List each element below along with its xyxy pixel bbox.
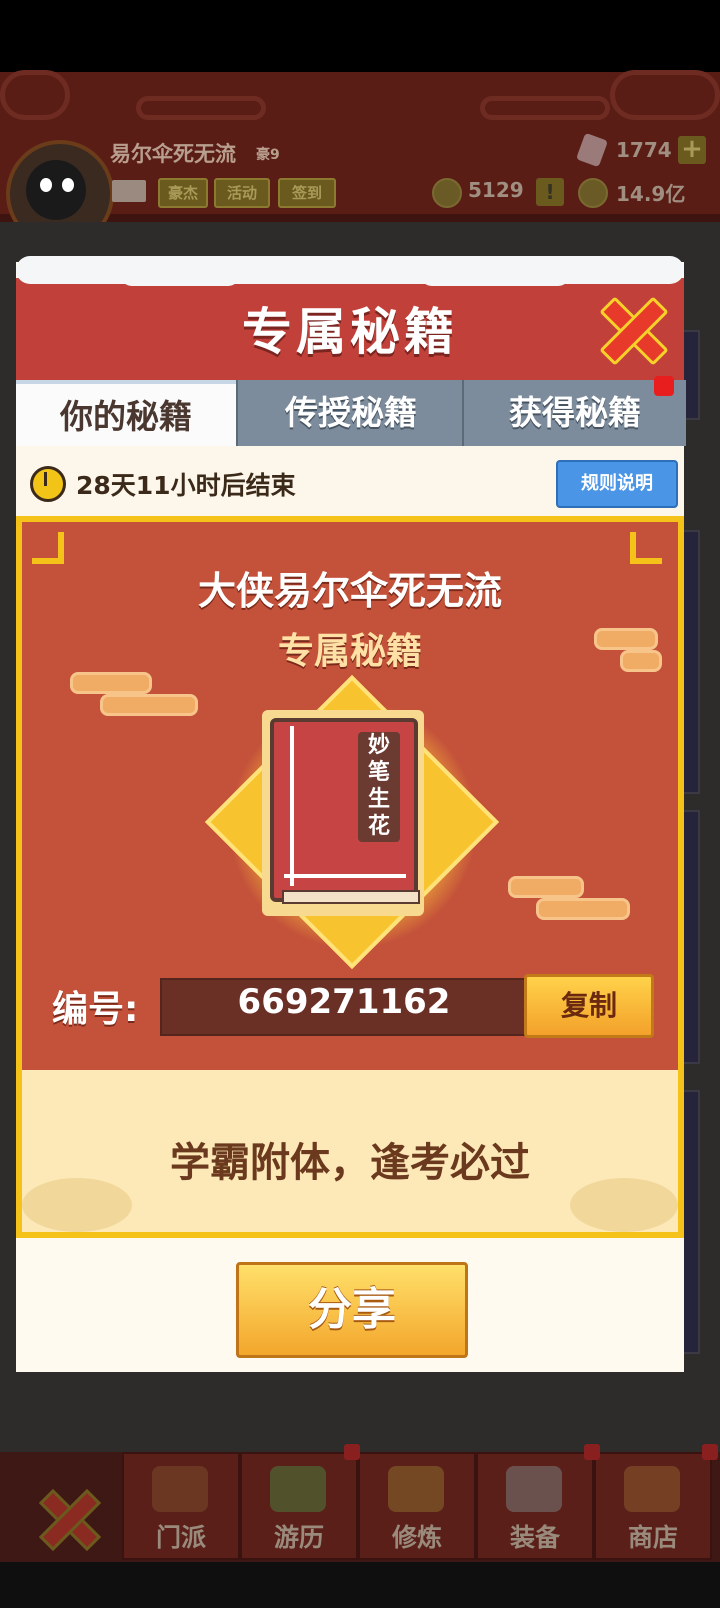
tab-teach-books[interactable]: 传授秘籍 <box>236 380 464 446</box>
nav-label: 修炼 <box>391 1523 442 1552</box>
silver-count: 5129 <box>468 178 524 202</box>
clock-hand <box>44 472 47 486</box>
events-button[interactable]: 活动 <box>214 178 270 208</box>
snow-decoration <box>420 262 570 286</box>
shop-icon <box>624 1466 680 1512</box>
cloud-decoration <box>0 70 70 120</box>
notification-dot <box>702 1444 718 1460</box>
avatar-eye <box>62 178 74 192</box>
close-menu-button[interactable] <box>38 1488 102 1552</box>
copy-button[interactable]: 复制 <box>524 974 654 1038</box>
cloud-decoration <box>594 628 658 650</box>
notification-dot <box>584 1444 600 1460</box>
alert-button[interactable]: ! <box>536 178 564 206</box>
gem-count: 1774 <box>616 138 672 162</box>
book-spine-line <box>290 726 294 886</box>
share-button[interactable]: 分享 <box>236 1262 468 1358</box>
signin-button[interactable]: 签到 <box>278 178 336 208</box>
snow-decoration <box>16 256 684 284</box>
silver-icon <box>432 178 462 208</box>
travel-icon <box>270 1466 326 1512</box>
close-button[interactable] <box>599 296 669 366</box>
cloud-decoration <box>136 96 266 120</box>
timer-text: 28天11小时后结束 <box>76 471 296 500</box>
gold-icon <box>578 178 608 208</box>
cloud-decoration <box>480 96 610 120</box>
sect-icon <box>152 1466 208 1512</box>
cloud-decoration <box>610 70 720 120</box>
notification-dot <box>654 376 674 396</box>
tab-your-books[interactable]: 你的秘籍 <box>16 380 236 450</box>
cloud-decoration <box>620 650 662 672</box>
card-subtitle: 专属秘籍 <box>277 631 422 672</box>
bottom-strip <box>0 1562 720 1608</box>
status-bar <box>0 0 720 72</box>
book-edge-line <box>284 874 406 878</box>
equipment-icon <box>506 1466 562 1512</box>
nav-label: 装备 <box>509 1523 560 1552</box>
player-name: 易尔伞死无流 <box>110 142 236 166</box>
nav-label: 游历 <box>273 1523 324 1552</box>
cloud-decoration <box>536 898 630 920</box>
cultivate-icon <box>388 1466 444 1512</box>
gold-count: 14.9亿 <box>616 182 686 206</box>
mail-icon[interactable] <box>112 180 146 202</box>
cloud-decoration <box>70 672 152 694</box>
card-title: 大侠易尔伞死无流 <box>197 569 502 613</box>
add-gems-button[interactable]: + <box>678 136 706 164</box>
slogan-text: 学霸附体，逢考必过 <box>170 1140 530 1186</box>
rules-button[interactable]: 规则说明 <box>556 460 678 508</box>
heroes-button[interactable]: 豪杰 <box>158 178 208 208</box>
cloud-decoration <box>100 694 198 716</box>
avatar-eye <box>40 178 52 192</box>
id-label: 编号: <box>52 989 139 1030</box>
notification-dot <box>344 1444 360 1460</box>
dialog-title: 专属秘籍 <box>242 303 458 361</box>
nav-label: 门派 <box>155 1523 206 1552</box>
nav-label: 商店 <box>627 1523 678 1552</box>
clock-icon <box>30 466 66 502</box>
avatar-face <box>26 160 86 220</box>
tab-get-books[interactable]: 获得秘籍 <box>462 380 686 446</box>
book-title: 妙笔生花 <box>367 733 390 839</box>
cloud-decoration <box>508 876 584 898</box>
book-pages <box>282 890 420 904</box>
snow-decoration <box>120 262 240 286</box>
id-value: 669271162 <box>237 982 451 1022</box>
player-rank: 豪9 <box>256 147 280 163</box>
